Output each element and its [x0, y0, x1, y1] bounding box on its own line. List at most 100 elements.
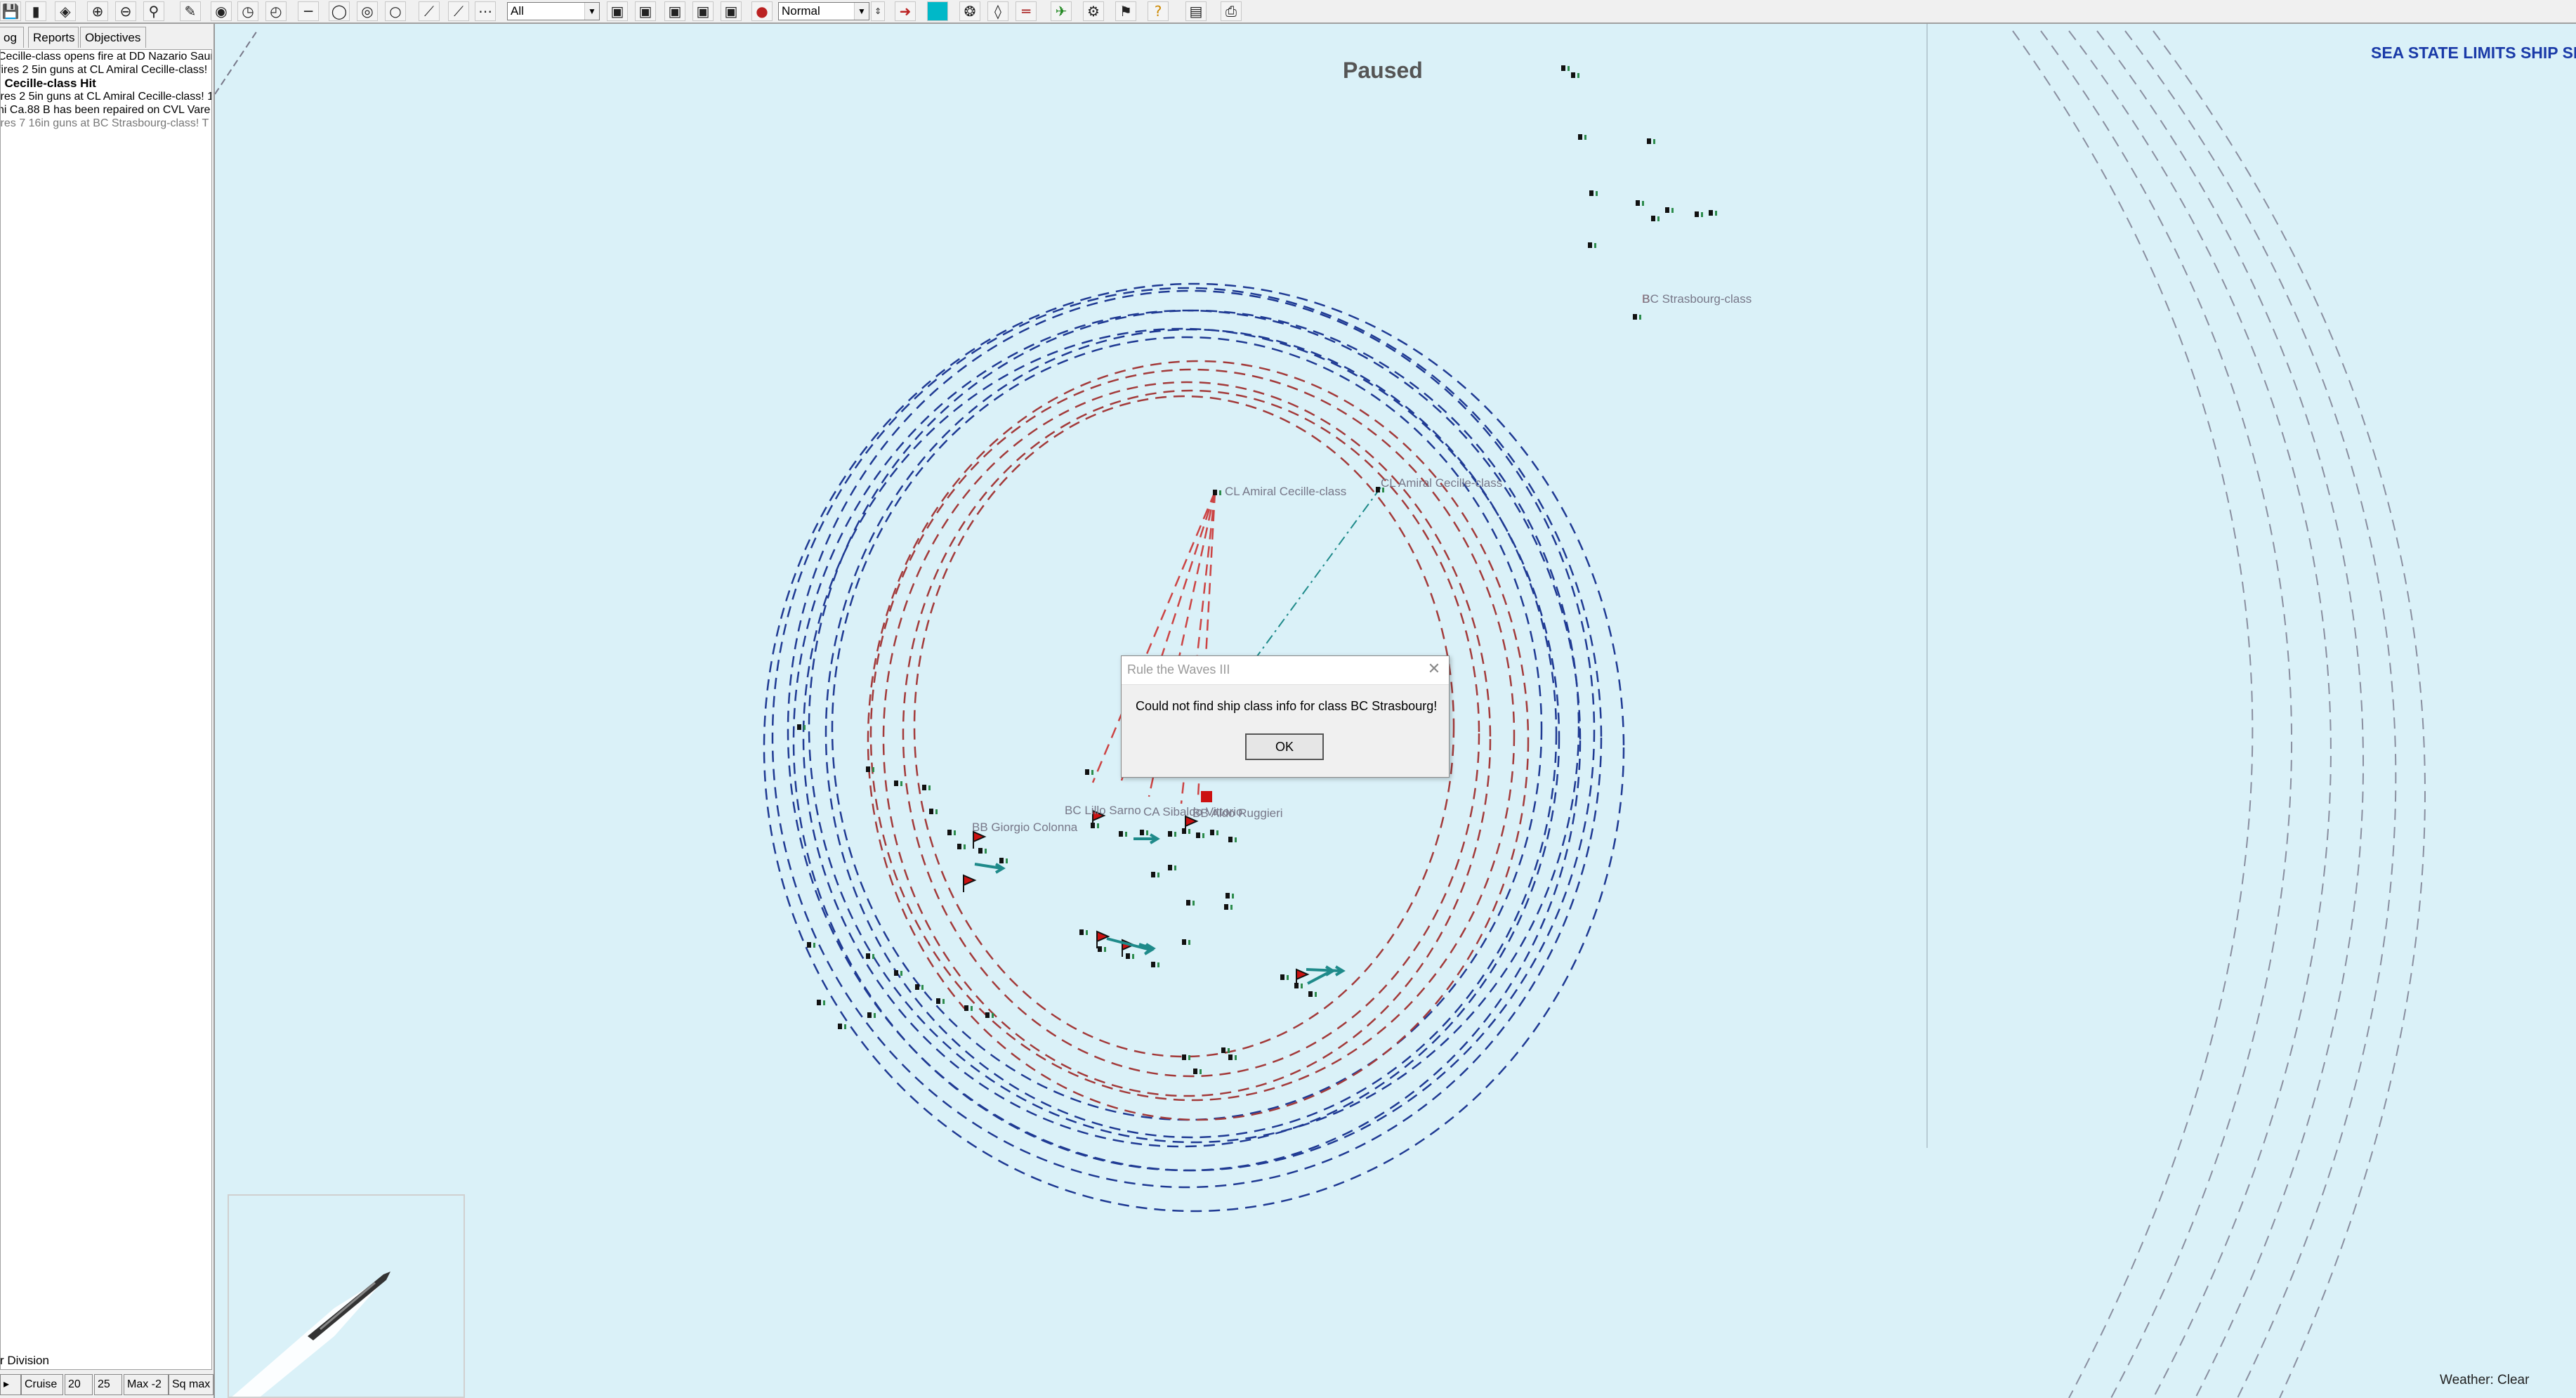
ship-icon[interactable]: [797, 724, 801, 730]
tab-objectives[interactable]: Objectives: [80, 27, 146, 48]
ship-icon[interactable]: [957, 844, 961, 849]
ship-icon[interactable]: [1228, 1054, 1233, 1060]
ship-icon[interactable]: [1119, 831, 1123, 837]
tab-reports[interactable]: Reports: [28, 27, 79, 48]
ship-icon[interactable]: [1193, 1069, 1197, 1074]
close-icon[interactable]: ✕: [1424, 659, 1445, 680]
ship-icon[interactable]: [1186, 900, 1190, 906]
ship-icon[interactable]: [929, 809, 933, 814]
speed-select[interactable]: Normal ▼: [778, 2, 869, 20]
division-1-icon[interactable]: ▣: [607, 1, 628, 21]
ship-icon[interactable]: [1182, 939, 1186, 945]
ship-icon[interactable]: [1647, 138, 1651, 144]
ship-icon[interactable]: [1225, 893, 1230, 899]
division-3-icon[interactable]: ▣: [664, 1, 685, 21]
ship-icon[interactable]: [936, 998, 940, 1004]
speed-max-2-button[interactable]: Max -2: [124, 1374, 169, 1395]
ship-icon[interactable]: [1168, 865, 1172, 870]
note-icon[interactable]: ▮: [25, 1, 46, 21]
zoom-out-icon[interactable]: ⊖: [115, 1, 136, 21]
speed-sq-max-button[interactable]: Sq max: [169, 1374, 213, 1395]
ship-label[interactable]: CL Amiral Cecille-class: [1225, 485, 1346, 499]
ship-icon[interactable]: [1588, 242, 1592, 248]
ship-icon[interactable]: [817, 1000, 821, 1005]
tab-log[interactable]: og: [0, 27, 24, 48]
ship-icon[interactable]: [1633, 314, 1637, 320]
ship-icon[interactable]: [1182, 1054, 1186, 1060]
print-icon[interactable]: ⎙: [1221, 1, 1242, 21]
selected-ship-marker[interactable]: [1201, 791, 1212, 802]
ship-icon[interactable]: [1140, 830, 1144, 835]
ship-icon[interactable]: [999, 858, 1004, 863]
division-2-icon[interactable]: ▣: [635, 1, 656, 21]
ship-icon[interactable]: [985, 1012, 990, 1018]
eraser-icon[interactable]: ◊: [987, 1, 1008, 21]
ship-label[interactable]: BBC Strasbourg-class: [1642, 292, 1752, 306]
report-icon[interactable]: ▤: [1185, 1, 1207, 21]
zoom-in-icon[interactable]: ⊕: [87, 1, 108, 21]
help-icon[interactable]: ?: [1148, 1, 1169, 21]
ship-label[interactable]: BC Lillo Sarno: [1065, 804, 1141, 818]
record-icon[interactable]: ●: [751, 1, 773, 21]
pencil-icon[interactable]: ✎: [180, 1, 201, 21]
line-grey-icon[interactable]: ⟋: [448, 1, 469, 21]
filter-select[interactable]: All ▼: [507, 2, 600, 20]
ship-label[interactable]: BB Giorgio Colonna: [972, 821, 1077, 835]
binoculars-icon[interactable]: ◈: [55, 1, 76, 21]
ship-icon[interactable]: [1571, 72, 1575, 78]
target-icon[interactable]: ◉: [211, 1, 232, 21]
event-log[interactable]: Cecille-class opens fire at DD Nazario S…: [0, 49, 212, 1370]
sea-color-icon[interactable]: [927, 1, 948, 21]
flag-icon[interactable]: [963, 874, 977, 892]
ship-icon[interactable]: [1213, 490, 1217, 495]
ship-label[interactable]: BB Aldo Ruggieri: [1192, 806, 1283, 821]
ship-icon[interactable]: [1196, 832, 1200, 838]
ship-icon[interactable]: [894, 780, 898, 786]
speed-25-button[interactable]: 25: [94, 1374, 122, 1395]
flag-icon[interactable]: ⚑: [1115, 1, 1136, 21]
ship-icon[interactable]: [1561, 65, 1565, 71]
ship-icon[interactable]: [1578, 134, 1582, 140]
compass-icon[interactable]: ❂: [959, 1, 980, 21]
timer-icon[interactable]: ◴: [265, 1, 287, 21]
speed-cruise-button[interactable]: Cruise: [21, 1374, 63, 1395]
dialog-titlebar[interactable]: Rule the Waves III ✕: [1122, 656, 1449, 685]
line-icon[interactable]: ─: [298, 1, 319, 21]
ship-icon[interactable]: [838, 1024, 842, 1029]
ship-icon[interactable]: [978, 848, 983, 854]
ship-icon[interactable]: [1308, 991, 1313, 997]
ship-icon[interactable]: [1224, 904, 1228, 910]
ship-icon[interactable]: [915, 984, 919, 990]
ship-icon[interactable]: [1376, 487, 1380, 492]
zoom-icon[interactable]: ⚲: [143, 1, 164, 21]
plane-icon[interactable]: ✈: [1051, 1, 1072, 21]
circle-green-icon[interactable]: ◯: [329, 1, 350, 21]
ok-button[interactable]: OK: [1245, 733, 1324, 760]
ship-icon[interactable]: [1126, 953, 1130, 959]
flag-icon[interactable]: [1096, 930, 1110, 948]
circle-red-icon[interactable]: ◎: [357, 1, 378, 21]
ship-icon[interactable]: [1098, 946, 1102, 952]
ship-icon[interactable]: [866, 953, 870, 959]
spinner-icon[interactable]: ⇕: [871, 1, 885, 21]
division-4-icon[interactable]: ▣: [692, 1, 714, 21]
ship-icon[interactable]: [1695, 211, 1699, 217]
ship-icon[interactable]: [947, 830, 952, 835]
ship-icon[interactable]: [1085, 769, 1089, 775]
clock-icon[interactable]: ◷: [237, 1, 258, 21]
ship-icon[interactable]: [1151, 872, 1155, 877]
ship-icon[interactable]: [807, 942, 811, 948]
ship-icon[interactable]: [1589, 190, 1593, 196]
dotted-line-icon[interactable]: ⋯: [475, 1, 496, 21]
division-5-icon[interactable]: ▣: [721, 1, 742, 21]
ship-icon[interactable]: [1151, 962, 1155, 967]
ship-icon[interactable]: [894, 970, 898, 976]
speed-20-button[interactable]: 20: [65, 1374, 93, 1395]
speed-step-button[interactable]: ▸: [0, 1374, 21, 1395]
ship-icon[interactable]: [1210, 830, 1214, 835]
ship-icon[interactable]: [1665, 207, 1669, 213]
ship-icon[interactable]: [1651, 216, 1655, 221]
ship-icon[interactable]: [922, 785, 926, 790]
ship-icon[interactable]: [1709, 210, 1713, 216]
save-icon[interactable]: 💾: [0, 1, 21, 21]
